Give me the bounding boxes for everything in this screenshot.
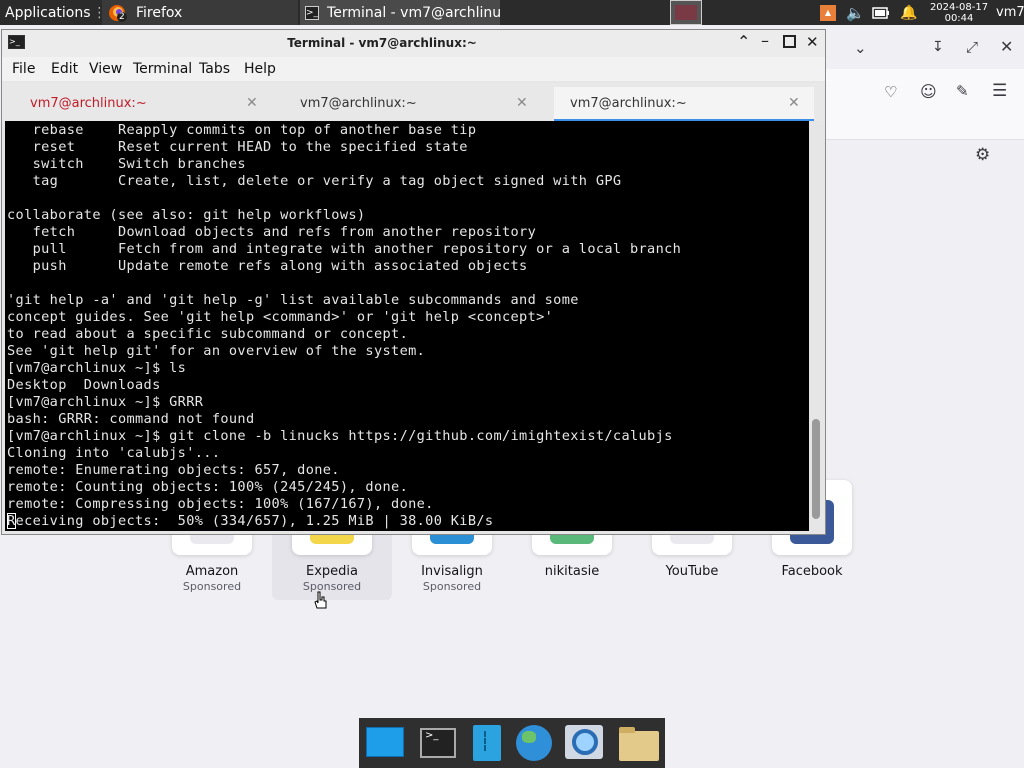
menu-edit[interactable]: Edit: [51, 61, 78, 77]
terminal-icon: >_: [305, 5, 320, 20]
taskbar-terminal[interactable]: >_ Terminal - vm7@archlinux:~: [300, 0, 500, 25]
window-titlebar[interactable]: >_ Terminal - vm7@archlinux:~ ⌃ – ✕: [2, 30, 825, 57]
menu-bar: File Edit View Terminal Tabs Help: [2, 57, 825, 81]
volume-button[interactable]: 🔈: [846, 0, 866, 25]
tab-bar: vm7@archlinux:~ ✕ vm7@archlinux:~ ✕ vm7@…: [2, 83, 825, 122]
tab-1-label: vm7@archlinux:~: [30, 95, 147, 111]
dock-file-archive[interactable]: [467, 723, 507, 763]
extensions-icon[interactable]: ✎: [956, 82, 969, 100]
shortcut-name: nikitasie: [544, 564, 600, 579]
account-icon[interactable]: ☺: [920, 82, 937, 101]
taskbar-firefox[interactable]: 2 Firefox: [102, 0, 298, 25]
chevron-down-icon[interactable]: ⌄: [854, 39, 867, 57]
terminal-cursor: [7, 513, 16, 529]
menu-view[interactable]: View: [89, 61, 122, 77]
dock-show-desktop[interactable]: [364, 723, 404, 763]
settings-gear-icon[interactable]: ⚙: [975, 145, 990, 165]
taskbar-firefox-label: Firefox: [136, 4, 183, 21]
menu-terminal[interactable]: Terminal: [133, 61, 192, 77]
update-notifier[interactable]: ▲: [820, 0, 838, 25]
tab-2-close-icon[interactable]: ✕: [516, 95, 528, 111]
dock-web-browser[interactable]: [514, 723, 554, 763]
firefox-window-count: 2: [117, 12, 127, 22]
window-title: Terminal - vm7@archlinux:~: [287, 36, 477, 50]
tab-3-label: vm7@archlinux:~: [570, 95, 687, 111]
dock-file-manager[interactable]: [618, 723, 659, 763]
separator-icon: ⋮: [92, 4, 100, 21]
clock[interactable]: 2024-08-17 00:44: [926, 0, 992, 25]
globe-icon: [516, 725, 552, 761]
close-icon[interactable]: ✕: [806, 33, 819, 51]
tab-3-close-icon[interactable]: ✕: [788, 95, 800, 111]
shortcut-name: Facebook: [781, 564, 843, 579]
firefox-toolbar: ♡ ☺ ✎ ☰: [826, 69, 1024, 140]
tab-1[interactable]: vm7@archlinux:~ ✕: [8, 87, 272, 119]
notifications-icon: 🔔: [900, 4, 918, 21]
shortcut-name: Amazon: [185, 564, 239, 579]
shortcut-sponsored-label: Sponsored: [302, 580, 362, 593]
terminal-scrollbar[interactable]: [809, 121, 825, 531]
desktop-icon: [366, 727, 404, 757]
workspace-icon: [675, 5, 697, 20]
shortcut-sponsored-label: Sponsored: [182, 580, 242, 593]
shortcut-name: Invisalign: [421, 564, 483, 579]
tab-3[interactable]: vm7@archlinux:~ ✕: [554, 87, 814, 122]
terminal-icon: >_: [420, 728, 456, 758]
menu-file[interactable]: File: [12, 61, 35, 77]
terminal-text: rebase Reapply commits on top of another…: [7, 122, 682, 529]
shortcut-name: YouTube: [665, 564, 719, 579]
terminal-window: >_ Terminal - vm7@archlinux:~ ⌃ – ✕ File…: [1, 29, 826, 535]
clock-date: 2024-08-17: [929, 1, 989, 13]
minimize-icon[interactable]: –: [761, 31, 769, 50]
top-panel: Applications ⋮ 2 Firefox >_ Terminal - v…: [0, 0, 1024, 25]
battery-icon: [872, 6, 889, 19]
tab-2-label: vm7@archlinux:~: [300, 95, 417, 111]
firefox-tabstrip: ⌄ ↧ ⤢ ✕: [826, 25, 1024, 69]
menu-icon[interactable]: ☰: [992, 81, 1007, 101]
shortcut-name: Expedia: [306, 564, 358, 579]
scrollbar-thumb[interactable]: [812, 419, 820, 519]
notifications-button[interactable]: 🔔: [900, 0, 918, 25]
applications-menu[interactable]: Applications ⋮: [2, 0, 100, 25]
user-menu[interactable]: vm7: [996, 0, 1024, 25]
shortcut-sponsored-label: Sponsored: [422, 580, 482, 593]
battery-button[interactable]: [872, 0, 892, 25]
close-icon[interactable]: ✕: [1000, 37, 1013, 56]
workspace-switcher[interactable]: [670, 0, 702, 25]
update-icon: ▲: [820, 4, 836, 21]
user-label: vm7: [996, 5, 1024, 20]
menu-help[interactable]: Help: [244, 61, 276, 77]
pocket-icon[interactable]: ♡: [884, 83, 897, 101]
hand-cursor-icon: [314, 591, 327, 609]
dock-search[interactable]: [564, 723, 604, 763]
dock-terminal[interactable]: >_: [418, 723, 458, 763]
download-icon[interactable]: ↧: [932, 39, 944, 55]
shade-icon[interactable]: ⌃: [737, 32, 750, 51]
dock: >_: [359, 718, 665, 768]
taskbar-terminal-label: Terminal - vm7@archlinux:~: [327, 4, 500, 21]
maximize-icon[interactable]: [783, 35, 796, 48]
clock-time: 00:44: [944, 12, 974, 24]
tab-1-close-icon[interactable]: ✕: [246, 95, 258, 111]
terminal-output[interactable]: rebase Reapply commits on top of another…: [5, 121, 809, 531]
applications-label: Applications: [5, 4, 91, 21]
fullscreen-icon[interactable]: ⤢: [966, 38, 978, 56]
volume-icon: 🔈: [846, 3, 865, 22]
magnifier-icon: [572, 729, 598, 755]
tab-2[interactable]: vm7@archlinux:~ ✕: [278, 87, 542, 119]
menu-tabs[interactable]: Tabs: [199, 61, 230, 77]
folder-icon: [619, 731, 659, 761]
